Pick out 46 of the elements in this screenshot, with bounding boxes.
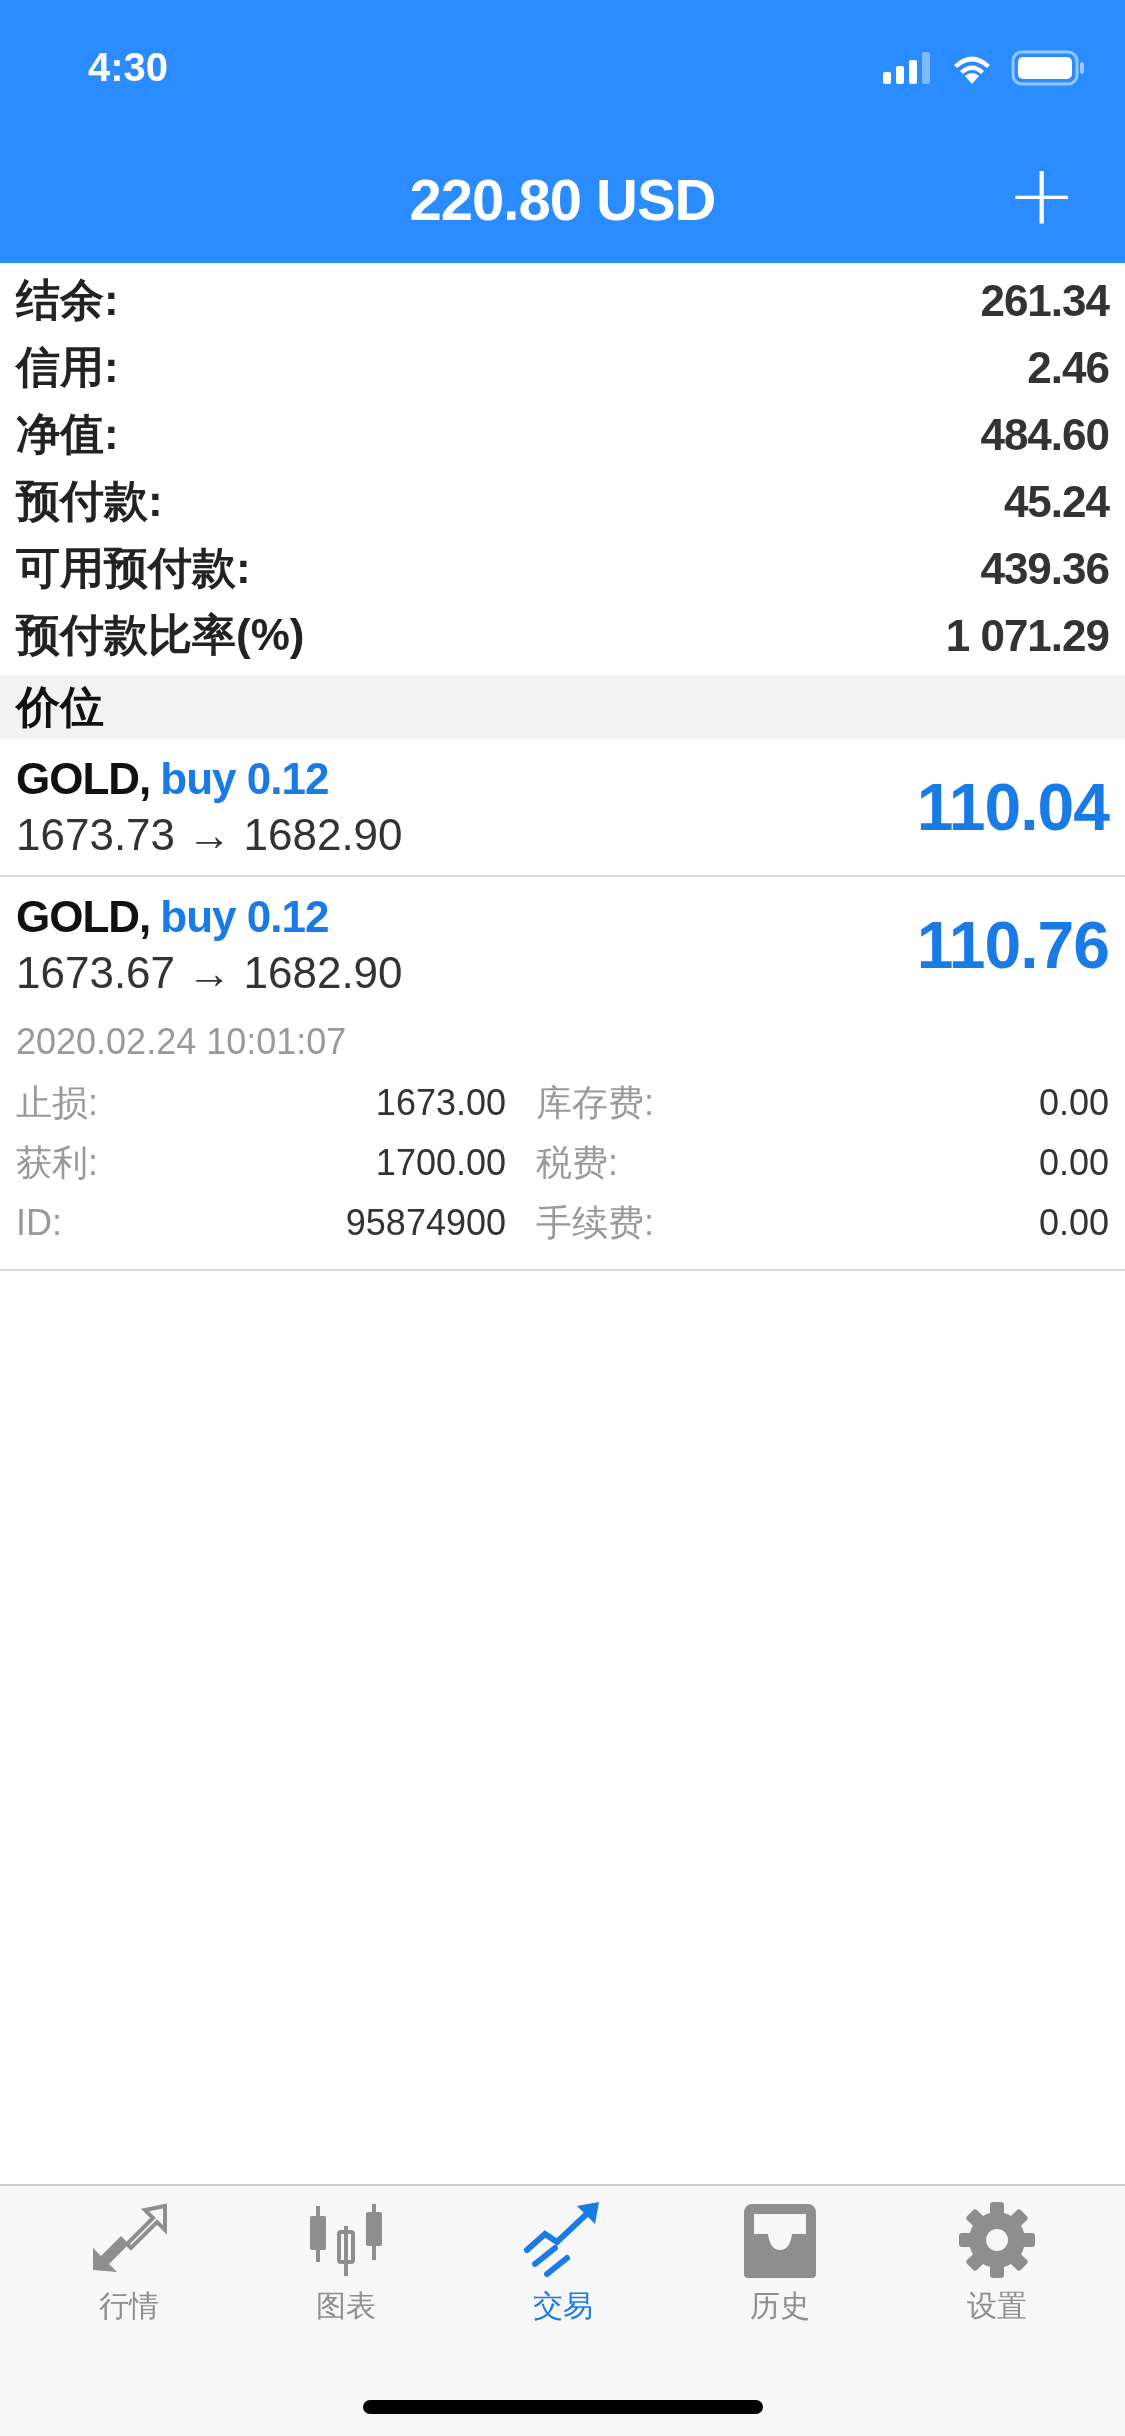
balance-title: 220.80 USD bbox=[409, 165, 716, 233]
summary-value: 439.36 bbox=[980, 543, 1109, 594]
detail-label: ID: bbox=[16, 1201, 63, 1245]
detail-value: 0.00 bbox=[1037, 1201, 1109, 1245]
detail-value: 95874900 bbox=[344, 1201, 506, 1245]
section-title: 价位 bbox=[16, 680, 104, 733]
price-range: 1673.73 → 1682.90 bbox=[16, 810, 403, 860]
tab[interactable]: 设置 bbox=[911, 2200, 1082, 2327]
detail-value: 0.00 bbox=[1037, 1081, 1109, 1125]
summary-label: 信用: bbox=[16, 341, 119, 393]
detail-label: 止损: bbox=[16, 1080, 99, 1125]
summary-value: 45.24 bbox=[1003, 476, 1109, 527]
signal-icon bbox=[883, 51, 933, 84]
summary-value: 2.46 bbox=[1027, 342, 1109, 393]
tab[interactable]: 交易 bbox=[477, 2200, 648, 2327]
profit-value: 110.04 bbox=[916, 769, 1109, 845]
summary-label: 净值: bbox=[16, 408, 119, 460]
detail-value: 1700.00 bbox=[374, 1141, 506, 1185]
detail-label: 库存费: bbox=[535, 1080, 655, 1125]
detail-label: 获利: bbox=[16, 1140, 99, 1185]
detail-value: 1673.00 bbox=[374, 1081, 506, 1125]
tab[interactable]: 历史 bbox=[694, 2200, 865, 2327]
order-side: buy 0.12 bbox=[160, 754, 329, 804]
detail-value: 0.00 bbox=[1037, 1141, 1109, 1185]
tab[interactable]: 行情 bbox=[43, 2200, 214, 2327]
price-range: 1673.67 → 1682.90 bbox=[16, 948, 403, 998]
detail-label: 手续费: bbox=[535, 1200, 655, 1245]
status-time: 4:30 bbox=[88, 45, 169, 90]
battery-icon bbox=[1011, 49, 1085, 86]
summary-value: 484.60 bbox=[980, 409, 1109, 460]
summary-label: 可用预付款: bbox=[16, 542, 251, 594]
summary-label: 预付款: bbox=[16, 475, 163, 527]
position-row[interactable]: GOLD, buy 0.12 1673.73 → 1682.90 110.04 bbox=[0, 739, 1125, 877]
open-time: 2020.02.24 10:01:07 bbox=[16, 1021, 348, 1063]
position-row[interactable]: GOLD, buy 0.12 1673.67 → 1682.90 110.76 2020.02.24 10:01:07 止损: 1673.00 库存费: 0.00 获利: 1700.00 税费: 0.00 ID: 95874900 手续费: 0.00 bbox=[0, 877, 1125, 1271]
detail-label: 税费: bbox=[535, 1140, 619, 1185]
summary-label: 预付款比率(%) bbox=[16, 609, 305, 661]
summary-value: 1 071.29 bbox=[945, 610, 1109, 661]
symbol-text: GOLD, bbox=[16, 754, 151, 804]
add-button[interactable]: + bbox=[998, 153, 1085, 237]
order-side: buy 0.12 bbox=[160, 892, 329, 942]
tab[interactable]: 图表 bbox=[260, 2200, 431, 2327]
profit-value: 110.76 bbox=[916, 907, 1109, 983]
symbol-text: GOLD, bbox=[16, 892, 151, 942]
summary-value: 261.34 bbox=[980, 275, 1109, 326]
summary-label: 结余: bbox=[16, 274, 119, 326]
